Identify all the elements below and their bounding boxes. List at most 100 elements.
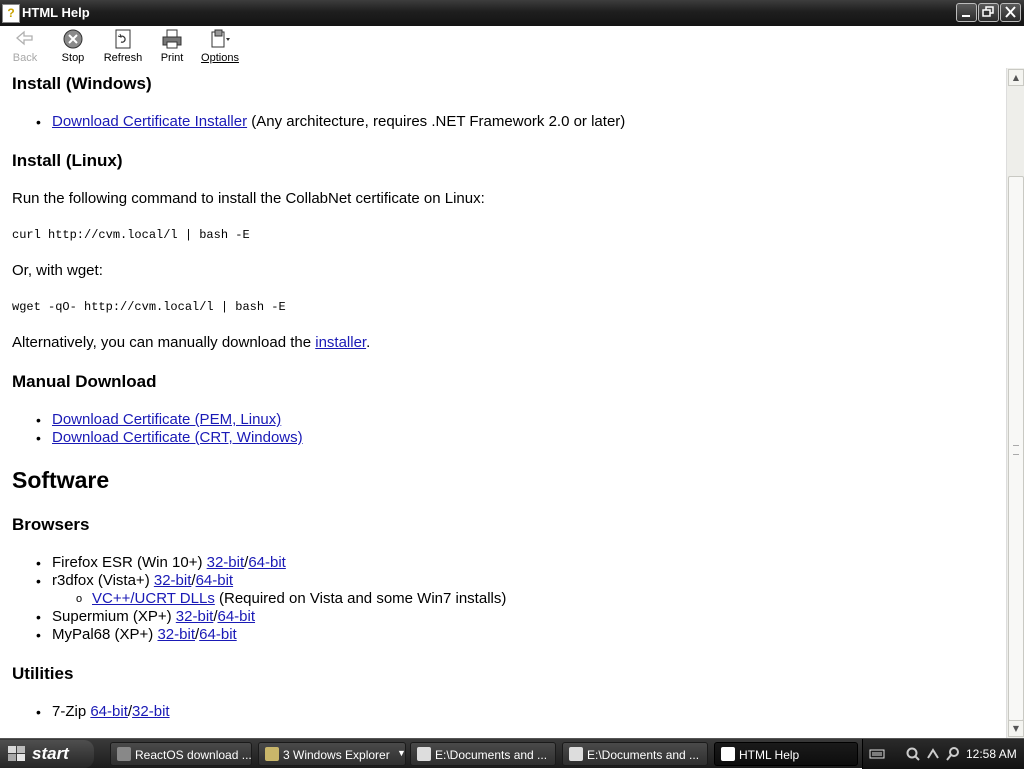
firefox-64bit-link[interactable]: 64-bit [248, 554, 286, 571]
sevenzip-label: 7-Zip [52, 703, 91, 720]
heading-software: Software [12, 467, 110, 493]
task-reactos-download[interactable]: ReactOS download ... [110, 742, 252, 766]
stop-button[interactable]: Stop [54, 28, 92, 66]
supermium-label: Supermium (XP+) [52, 608, 176, 625]
list-item-7zip: 7-Zip 64-bit/32-bit [12, 703, 170, 721]
task-label: ReactOS download ... [135, 748, 252, 762]
window-title: HTML Help [22, 5, 90, 20]
options-button[interactable]: Options [198, 28, 242, 66]
heading-install-linux: Install (Linux) [12, 151, 123, 170]
list-item-firefox: Firefox ESR (Win 10+) 32-bit/64-bit [12, 554, 506, 572]
stop-icon [63, 29, 83, 49]
restore-button[interactable] [978, 3, 999, 22]
wget-command: wget -qO- http://cvm.local/l | bash -E [12, 300, 286, 314]
supermium-64bit-link[interactable]: 64-bit [218, 608, 256, 625]
restore-icon [982, 6, 994, 17]
firefox-32bit-link[interactable]: 32-bit [207, 554, 245, 571]
help-content-pane[interactable]: Install (Windows) Download Certificate I… [0, 68, 1006, 738]
7zip-icon [569, 747, 583, 761]
group-dropdown-icon: ▼ [397, 748, 406, 758]
keyboard-icon[interactable] [869, 747, 885, 761]
list-item-vcrt: VC++/UCRT DLLs (Required on Vista and so… [12, 590, 506, 608]
minimize-button[interactable] [956, 3, 977, 22]
task-windows-explorer-group[interactable]: 3 Windows Explorer ▼ [258, 742, 406, 766]
mypal-32bit-link[interactable]: 32-bit [157, 626, 195, 643]
scroll-up-button[interactable]: ▲ [1008, 69, 1024, 86]
printer-icon [162, 29, 182, 49]
windows-flag-icon [8, 746, 25, 761]
search-icon[interactable] [905, 746, 921, 762]
print-button[interactable]: Print [154, 28, 190, 66]
task-label: E:\Documents and ... [435, 748, 548, 762]
thumb-grip [1013, 445, 1019, 455]
clock: 12:58 AM [966, 747, 1017, 761]
refresh-icon [115, 29, 131, 49]
list-item-r3dfox: r3dfox (Vista+) 32-bit/64-bit [12, 572, 506, 590]
system-tray: 12:58 AM [862, 739, 1024, 769]
mypal-label: MyPal68 (XP+) [52, 626, 158, 643]
folder-icon [265, 747, 279, 761]
title-bar[interactable]: ? HTML Help [0, 0, 1024, 26]
magnifier-icon[interactable] [945, 746, 961, 762]
sevenzip-64bit-link[interactable]: 64-bit [90, 703, 128, 720]
supermium-32bit-link[interactable]: 32-bit [176, 608, 214, 625]
task-label: HTML Help [739, 748, 800, 762]
browsers-list: Firefox ESR (Win 10+) 32-bit/64-bit r3df… [12, 554, 506, 644]
back-button[interactable]: Back [6, 28, 44, 66]
options-icon [211, 29, 230, 48]
heading-utilities: Utilities [12, 664, 74, 683]
linux-intro-text: Run the following command to install the… [12, 190, 485, 207]
start-label: start [32, 744, 69, 763]
vertical-scrollbar[interactable]: ▲ ▼ [1006, 68, 1024, 738]
back-arrow-icon [16, 30, 33, 46]
manual-download-list: Download Certificate (PEM, Linux) Downlo… [12, 411, 303, 447]
list-item: Download Certificate Installer (Any arch… [12, 113, 625, 131]
r3dfox-32bit-link[interactable]: 32-bit [154, 572, 192, 589]
stop-label: Stop [61, 52, 85, 64]
installer-note: (Any architecture, requires .NET Framewo… [247, 113, 626, 130]
scroll-down-button[interactable]: ▼ [1008, 720, 1024, 737]
list-item: Download Certificate (PEM, Linux) [12, 411, 303, 429]
vcrt-dlls-link[interactable]: VC++/UCRT DLLs [92, 590, 215, 607]
wget-intro-text: Or, with wget: [12, 262, 103, 279]
install-windows-list: Download Certificate Installer (Any arch… [12, 113, 625, 131]
heading-browsers: Browsers [12, 515, 90, 534]
start-button[interactable]: start [0, 740, 94, 768]
task-documents-1[interactable]: E:\Documents and ... [410, 742, 556, 766]
alt-prefix: Alternatively, you can manually download… [12, 334, 316, 351]
task-html-help[interactable]: HTML Help [714, 742, 858, 766]
options-label: Options [198, 52, 242, 64]
options-label-text: Options [201, 52, 239, 64]
task-documents-2[interactable]: E:\Documents and ... [562, 742, 708, 766]
r3dfox-label: r3dfox (Vista+) [52, 572, 154, 589]
curl-command: curl http://cvm.local/l | bash -E [12, 228, 250, 242]
firefox-label: Firefox ESR (Win 10+) [52, 554, 207, 571]
download-pem-link[interactable]: Download Certificate (PEM, Linux) [52, 411, 281, 428]
task-label: 3 Windows Explorer [283, 748, 390, 762]
sevenzip-32bit-link[interactable]: 32-bit [132, 703, 170, 720]
close-button[interactable] [1000, 3, 1021, 22]
help-toolbar: Back Stop Refresh Print Options [0, 26, 1024, 69]
help-app-icon[interactable]: ? [2, 4, 20, 23]
scrollbar-thumb[interactable] [1008, 176, 1024, 721]
r3dfox-64bit-link[interactable]: 64-bit [196, 572, 234, 589]
mypal-64bit-link[interactable]: 64-bit [199, 626, 237, 643]
taskbar: start ReactOS download ... 3 Windows Exp… [0, 738, 1024, 769]
download-crt-link[interactable]: Download Certificate (CRT, Windows) [52, 429, 303, 446]
back-label: Back [12, 52, 38, 64]
manual-install-text: Alternatively, you can manually download… [12, 334, 370, 351]
vcrt-note: (Required on Vista and some Win7 install… [214, 590, 507, 607]
list-item-mypal: MyPal68 (XP+) 32-bit/64-bit [12, 626, 506, 644]
browser-icon [117, 747, 131, 761]
close-icon [1005, 6, 1016, 18]
task-label: E:\Documents and ... [587, 748, 700, 762]
download-installer-link[interactable]: Download Certificate Installer [52, 113, 247, 130]
installer-link[interactable]: installer [315, 334, 366, 351]
refresh-button[interactable]: Refresh [100, 28, 146, 66]
refresh-label: Refresh [103, 52, 143, 64]
heading-manual-download: Manual Download [12, 372, 157, 391]
7zip-icon [417, 747, 431, 761]
utilities-list: 7-Zip 64-bit/32-bit [12, 703, 170, 721]
list-item: Download Certificate (CRT, Windows) [12, 429, 303, 447]
network-icon[interactable] [925, 746, 941, 762]
